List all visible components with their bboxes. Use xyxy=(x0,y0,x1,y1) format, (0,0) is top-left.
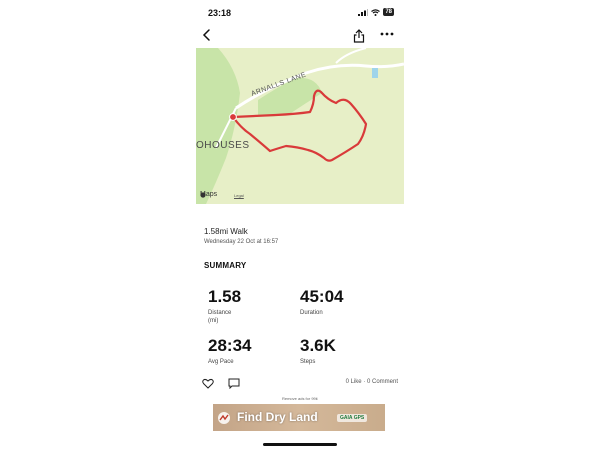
heart-icon xyxy=(202,378,214,389)
maps-attribution: Maps xyxy=(200,191,217,198)
nav-bar xyxy=(196,26,404,48)
route-start-marker xyxy=(229,113,237,121)
chevron-left-icon xyxy=(202,29,210,41)
status-time: 23:18 xyxy=(208,8,232,18)
wifi-icon xyxy=(371,8,381,16)
duration-value: 45:04 xyxy=(300,287,344,306)
activity-title: 1.58mi Walk xyxy=(204,227,248,236)
social-counts[interactable]: 0 Like · 0 Comment xyxy=(346,379,398,385)
home-indicator[interactable] xyxy=(263,443,337,446)
steps-label: Steps xyxy=(300,359,316,365)
maps-legal-link[interactable]: Legal xyxy=(234,193,244,198)
signal-icon xyxy=(358,8,369,16)
remove-ads-link[interactable]: Remove ads for 99¢ xyxy=(196,396,404,401)
like-count: 0 Like xyxy=(345,379,362,385)
battery-icon: 78 xyxy=(383,8,394,16)
distance-label-text: Distance xyxy=(208,310,232,316)
comment-icon xyxy=(228,378,240,390)
avg-pace-label: Avg Pace xyxy=(208,359,234,365)
share-button[interactable] xyxy=(353,29,367,45)
map-canvas: ARNALLS LANE OHOUSES xyxy=(196,48,404,204)
share-icon xyxy=(353,29,365,43)
ad-headline: Find Dry Land xyxy=(237,410,318,424)
comment-button[interactable] xyxy=(228,376,242,390)
route-map[interactable]: ARNALLS LANE OHOUSES Maps Legal xyxy=(196,48,404,204)
social-actions: 0 Like · 0 Comment xyxy=(196,376,404,390)
trail-icon xyxy=(218,412,230,424)
steps-value: 3.6K xyxy=(300,336,336,355)
comment-count: 0 Comment xyxy=(366,379,398,385)
activity-date: Wednesday 22 Oct at 16:57 xyxy=(204,239,279,245)
ad-brand: GAIA GPS xyxy=(337,414,368,422)
distance-label: Distance (mi) xyxy=(208,309,231,325)
back-button[interactable] xyxy=(202,28,218,46)
avg-pace-value: 28:34 xyxy=(208,336,252,355)
summary-heading: SUMMARY xyxy=(204,261,247,270)
like-button[interactable] xyxy=(202,376,216,390)
more-button[interactable] xyxy=(379,26,397,44)
apple-logo-icon xyxy=(200,192,206,198)
distance-unit: (mi) xyxy=(208,318,219,324)
more-horizontal-icon xyxy=(380,32,394,36)
status-bar: 23:18 78 xyxy=(196,0,404,26)
distance-value: 1.58 xyxy=(208,287,242,306)
status-icons: 78 xyxy=(358,8,394,16)
phone-screen: 23:18 78 ARNALLS LANE OHOUSES Maps Legal… xyxy=(196,0,404,450)
duration-label: Duration xyxy=(300,310,323,316)
place-label: OHOUSES xyxy=(196,140,250,151)
ad-banner[interactable]: Find Dry Land GAIA GPS xyxy=(213,404,385,431)
